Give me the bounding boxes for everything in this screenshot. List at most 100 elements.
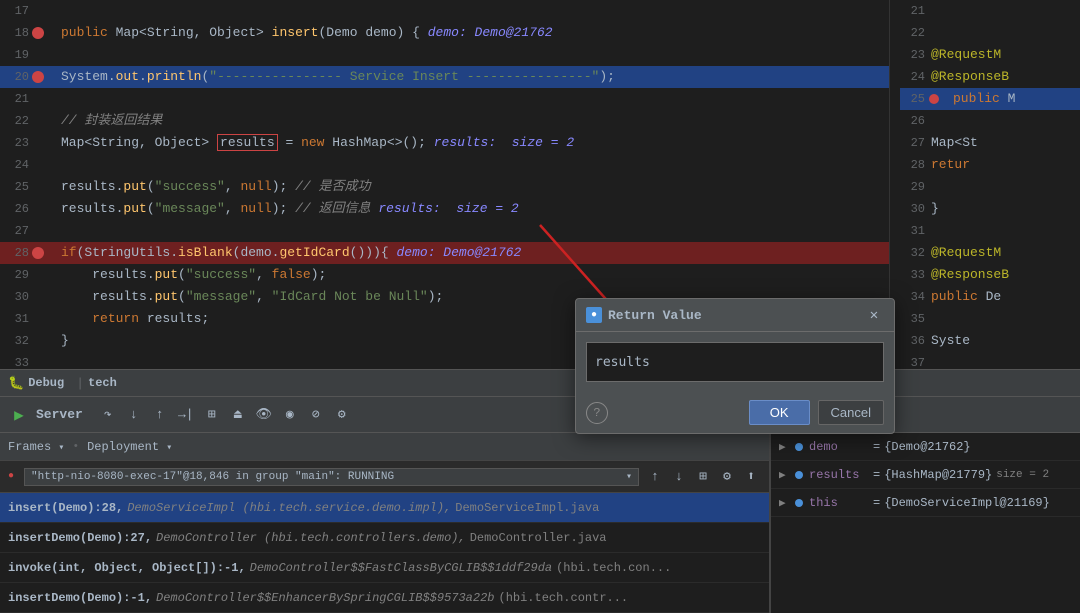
var-value-demo: {Demo@21762} (884, 440, 970, 454)
code-line-29: 29 results.put("success", false); (0, 264, 889, 286)
right-line-32: 32 @RequestM (900, 242, 1080, 264)
modal-body (576, 332, 894, 392)
tech-tab-label[interactable]: tech (88, 376, 117, 390)
results-highlight: results (217, 134, 278, 151)
breakpoints-btn[interactable]: ◉ (279, 404, 301, 426)
return-value-input[interactable] (586, 342, 884, 382)
stack-frame-2[interactable]: invoke(int, Object, Object[]):-1, DemoCo… (0, 553, 769, 583)
mute-btn[interactable]: ⊘ (305, 404, 327, 426)
code-line-23: 23 Map<String, Object> results = new Has… (0, 132, 889, 154)
code-line-26: 26 results.put("message", null); // 返回信息… (0, 198, 889, 220)
var-row-results: ▶ results = {HashMap@21779} size = 2 (771, 461, 1080, 489)
code-panel-right: 21 22 23 @RequestM 24 @ResponseB 25 (890, 0, 1080, 369)
modal-close-button[interactable]: ✕ (864, 305, 884, 325)
thread-selector[interactable]: "http-nio-8080-exec-17"@18,846 in group … (24, 468, 639, 486)
modal-title: ● Return Value (586, 307, 702, 323)
thread-dropdown-arrow: ▾ (626, 471, 632, 483)
expand-this[interactable]: ▶ (779, 496, 795, 510)
var-value-results: {HashMap@21779} (884, 468, 992, 482)
thread-settings-btn[interactable]: ⚙ (717, 467, 737, 487)
code-line-20: 20 System.out.println("---------------- … (0, 66, 889, 88)
var-icon-this (795, 499, 803, 507)
breakpoint-icon-20 (32, 71, 44, 83)
var-row-demo: ▶ demo = {Demo@21762} (771, 433, 1080, 461)
var-icon-results (795, 471, 803, 479)
frames-label[interactable]: Frames ▾ (8, 440, 64, 454)
deployment-label[interactable]: Deployment ▾ (87, 440, 172, 454)
var-row-this: ▶ this = {DemoServiceImpl@21169} (771, 489, 1080, 517)
stack-frames-list: insert(Demo):28, DemoServiceImpl (hbi.te… (0, 493, 769, 613)
debug-tab-label[interactable]: Debug (28, 376, 64, 390)
run-to-cursor-btn[interactable]: →| (175, 404, 197, 426)
breakpoint-icon (32, 27, 44, 39)
thread-status-dot: ● (8, 471, 14, 482)
right-line-30: 30 } (900, 198, 1080, 220)
right-line-27: 27 Map<St (900, 132, 1080, 154)
right-line-25: 25 public M (900, 88, 1080, 110)
modal-footer: ? OK Cancel (576, 392, 894, 433)
code-line-21: 21 (0, 88, 889, 110)
code-line-17: 17 (0, 0, 889, 22)
modal-ok-button[interactable]: OK (749, 400, 810, 425)
modal-actions: OK Cancel (749, 400, 884, 425)
bottom-panel: Frames ▾ • Deployment ▾ ● "http-nio-8080… (0, 433, 1080, 613)
thread-down-btn[interactable]: ↓ (669, 467, 689, 487)
step-over-btn[interactable]: ↷ (97, 404, 119, 426)
var-name-demo: demo (809, 440, 869, 454)
thread-up-btn[interactable]: ↑ (645, 467, 665, 487)
debug-toolbar: ▶ Server ↷ ↓ ↑ →| ⊞ ⏏ 👁 ◉ ⊘ ⚙ (0, 397, 1080, 433)
breakpoint-right-25 (929, 94, 939, 104)
right-line-22: 22 (900, 22, 1080, 44)
frames-bar: Frames ▾ • Deployment ▾ (0, 433, 769, 461)
code-line-28: 28 if(StringUtils.isBlank(demo.getIdCard… (0, 242, 889, 264)
var-hint-results: size = 2 (996, 469, 1049, 481)
thread-bar: ● "http-nio-8080-exec-17"@18,846 in grou… (0, 461, 769, 493)
code-line-19: 19 (0, 44, 889, 66)
right-line-24: 24 @ResponseB (900, 66, 1080, 88)
modal-cancel-button[interactable]: Cancel (818, 400, 884, 425)
deployment-arrow: ▾ (166, 443, 172, 454)
watches-btn[interactable]: 👁 (253, 404, 275, 426)
right-line-26: 26 (900, 110, 1080, 132)
frames-arrow: ▾ (58, 443, 64, 454)
var-name-this: this (809, 496, 869, 510)
resume-button[interactable]: ▶ (8, 404, 30, 426)
evaluate-btn[interactable]: ⊞ (201, 404, 223, 426)
variables-panel: ▶ demo = {Demo@21762} ▶ results = {HashM… (770, 433, 1080, 613)
right-line-31: 31 (900, 220, 1080, 242)
stack-frame-1[interactable]: insertDemo(Demo):27, DemoController (hbi… (0, 523, 769, 553)
return-value-dialog: ● Return Value ✕ ? OK Cancel (575, 298, 895, 434)
code-line-24: 24 (0, 154, 889, 176)
settings-btn[interactable]: ⚙ (331, 404, 353, 426)
expand-results[interactable]: ▶ (779, 468, 795, 482)
right-line-23: 23 @RequestM (900, 44, 1080, 66)
right-line-36: 36 Syste (900, 330, 1080, 352)
code-area: 17 18 public Map<String, Object> insert(… (0, 0, 1080, 369)
breakpoint-icon-28 (32, 247, 44, 259)
stack-frame-0[interactable]: insert(Demo):28, DemoServiceImpl (hbi.te… (0, 493, 769, 523)
bottom-left-panel: Frames ▾ • Deployment ▾ ● "http-nio-8080… (0, 433, 769, 613)
modal-title-text: Return Value (608, 308, 702, 323)
code-line-18: 18 public Map<String, Object> insert(Dem… (0, 22, 889, 44)
step-out-btn[interactable]: ↑ (149, 404, 171, 426)
right-line-29: 29 (900, 176, 1080, 198)
stack-frame-3[interactable]: insertDemo(Demo):-1, DemoController$$Enh… (0, 583, 769, 613)
step-into-btn[interactable]: ↓ (123, 404, 145, 426)
modal-help-button[interactable]: ? (586, 402, 608, 424)
thread-copy-btn[interactable]: ⬆ (741, 467, 761, 487)
debug-bar: 🐛 Debug | tech (0, 369, 1080, 397)
frames-btn[interactable]: ⏏ (227, 404, 249, 426)
right-line-34: 34 public De (900, 286, 1080, 308)
code-line-25: 25 results.put("success", null); // 是否成功 (0, 176, 889, 198)
right-line-28: 28 retur (900, 154, 1080, 176)
right-line-21: 21 (900, 0, 1080, 22)
thread-filter-btn[interactable]: ⊞ (693, 467, 713, 487)
code-line-27: 27 (0, 220, 889, 242)
server-label: Server (36, 407, 83, 422)
right-line-35: 35 (900, 308, 1080, 330)
var-icon-demo (795, 443, 803, 451)
right-line-33: 33 @ResponseB (900, 264, 1080, 286)
modal-header: ● Return Value ✕ (576, 299, 894, 332)
var-value-this: {DemoServiceImpl@21169} (884, 496, 1050, 510)
expand-demo[interactable]: ▶ (779, 440, 795, 454)
